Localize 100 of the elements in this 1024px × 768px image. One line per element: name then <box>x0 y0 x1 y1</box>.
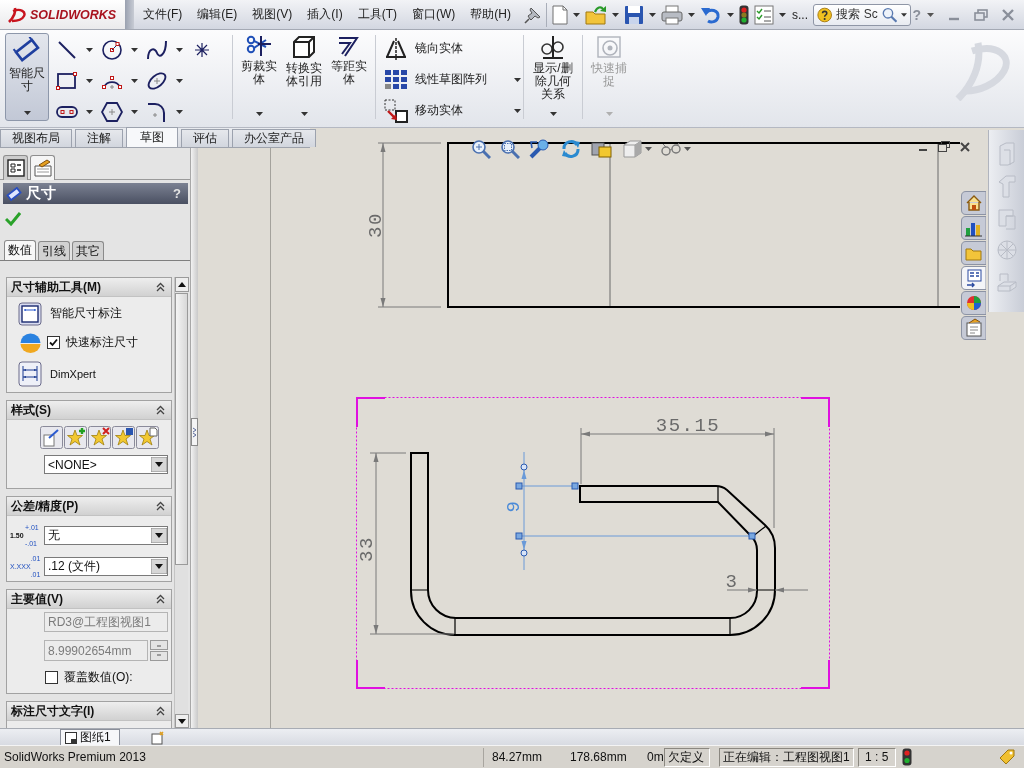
spline-icon[interactable] <box>146 38 168 61</box>
home-icon[interactable] <box>961 191 986 215</box>
search-icon[interactable] <box>881 5 898 24</box>
caret-icon[interactable] <box>649 12 656 17</box>
checkmark-icon[interactable] <box>5 212 21 226</box>
panel-tab[interactable] <box>3 155 28 180</box>
caret-icon[interactable] <box>684 147 691 151</box>
caret-icon[interactable] <box>86 78 93 83</box>
apply-style-icon[interactable] <box>40 426 63 449</box>
caret-icon[interactable] <box>727 12 734 17</box>
menu-item[interactable]: 工具(T) <box>357 6 397 23</box>
group-header[interactable]: 样式(S) <box>7 401 171 420</box>
drag-handle[interactable] <box>515 532 523 540</box>
restore-icon[interactable] <box>938 141 950 152</box>
add-sheet-icon[interactable] <box>149 731 166 745</box>
zoom-area-icon[interactable] <box>500 139 520 159</box>
dimension-value[interactable]: 3 <box>725 571 739 593</box>
mirror-button[interactable]: 镜向实体 <box>383 35 464 62</box>
checkbox-label[interactable]: 快速标注尺寸 <box>66 334 138 351</box>
caret-icon[interactable] <box>131 78 138 83</box>
command-tab[interactable]: 草图 <box>126 127 178 147</box>
panel-tab[interactable]: 数值 <box>4 240 36 260</box>
checklist-icon[interactable] <box>754 4 774 25</box>
caret-icon[interactable] <box>176 109 183 114</box>
part-profile[interactable] <box>410 452 776 636</box>
hexagon-icon[interactable] <box>101 100 123 123</box>
drag-handle[interactable] <box>515 482 523 490</box>
dropdown-arrow-icon[interactable] <box>151 528 167 543</box>
offset-button[interactable]: 等距实体 <box>328 33 370 88</box>
caret-icon[interactable] <box>131 47 138 52</box>
dropdown-arrow-icon[interactable] <box>151 457 167 472</box>
traffic-light-icon[interactable] <box>901 748 912 766</box>
view-palette-icon[interactable] <box>961 266 986 290</box>
dropdown-arrow-icon[interactable] <box>151 559 167 574</box>
save-icon[interactable] <box>624 4 644 25</box>
traffic-light-icon[interactable] <box>739 4 749 25</box>
smart-dimension-button[interactable]: 智能尺寸标注 <box>18 301 122 326</box>
panel-tab[interactable]: 其它 <box>72 241 104 260</box>
search-field[interactable]: 搜索 Sc <box>813 3 911 26</box>
precision-dropdown[interactable]: .12 (文件) <box>44 557 168 576</box>
command-tab[interactable]: 注解 <box>75 129 123 147</box>
new-document-icon[interactable] <box>552 4 568 25</box>
menu-item[interactable]: 帮助(H) <box>470 6 511 23</box>
dimension-value[interactable]: 30 <box>365 212 387 238</box>
smart-dimension-button[interactable]: 智能尺寸 <box>5 33 49 121</box>
dimension-line[interactable] <box>726 587 809 593</box>
close-icon[interactable] <box>960 141 970 152</box>
caret-icon[interactable] <box>131 109 138 114</box>
drag-handle[interactable] <box>748 532 756 540</box>
group-header[interactable]: 主要值(V) <box>7 590 171 609</box>
ellipse-icon[interactable] <box>146 69 168 92</box>
caret-icon[interactable] <box>549 112 557 116</box>
caret-icon[interactable] <box>300 112 308 116</box>
circle-icon[interactable] <box>101 38 123 61</box>
menu-item[interactable]: 插入(I) <box>307 6 343 23</box>
group-header[interactable]: 尺寸辅助工具(M) <box>7 278 171 297</box>
splitter-handle[interactable] <box>191 418 198 446</box>
caret-icon[interactable] <box>901 12 907 17</box>
cube-icon[interactable] <box>622 139 642 159</box>
collapse-icon[interactable] <box>156 706 165 716</box>
command-tab[interactable]: 视图布局 <box>0 129 72 147</box>
clipboard-icon[interactable] <box>961 316 986 340</box>
toolbar-overflow[interactable]: s... <box>792 7 808 22</box>
pushpin-icon[interactable] <box>524 5 542 24</box>
scrollbar-thumb[interactable] <box>175 293 188 565</box>
add-style-icon[interactable] <box>64 426 87 449</box>
scale-status[interactable]: 1 : 5 <box>857 747 896 767</box>
drag-handle[interactable] <box>571 482 579 490</box>
style-dropdown[interactable]: <NONE> <box>44 455 168 474</box>
command-tab[interactable]: 评估 <box>181 129 229 147</box>
caret-icon[interactable] <box>176 78 183 83</box>
zoom-in-icon[interactable] <box>471 139 491 159</box>
line-icon[interactable] <box>56 38 78 61</box>
scroll-up-button[interactable] <box>175 277 189 292</box>
open-folder-icon[interactable] <box>585 4 607 25</box>
command-tab[interactable]: 办公室产品 <box>232 129 316 147</box>
menu-item[interactable]: 视图(V) <box>252 6 293 23</box>
magnifier-arrow-icon[interactable] <box>529 139 551 159</box>
checkbox[interactable] <box>47 336 60 349</box>
scroll-down-button[interactable] <box>175 714 189 728</box>
sheet-tab[interactable]: 图纸1 <box>60 729 120 745</box>
load-style-icon[interactable] <box>136 426 159 449</box>
caret-icon[interactable] <box>255 112 263 116</box>
delete-style-icon[interactable] <box>88 426 111 449</box>
caret-icon[interactable] <box>86 109 93 114</box>
caret-icon[interactable] <box>86 47 93 52</box>
caret-icon[interactable] <box>514 108 521 113</box>
tolerance-dropdown[interactable]: 无 <box>44 526 168 545</box>
chart-icon[interactable] <box>961 216 986 240</box>
group-header[interactable]: 公差/精度(P) <box>7 497 171 516</box>
trim-button[interactable]: 剪裁实体 <box>238 33 280 88</box>
stacked-boxes-icon[interactable] <box>591 139 613 159</box>
dimxpert-button[interactable]: DimXpert <box>18 360 96 387</box>
caret-icon[interactable] <box>927 12 934 17</box>
group-header[interactable]: 标注尺寸文字(I) <box>7 702 171 721</box>
relations-button[interactable]: 显示/删除几何关系 <box>529 33 577 103</box>
tag-icon[interactable] <box>998 748 1016 766</box>
drag-handle[interactable] <box>520 549 528 557</box>
fillet-icon[interactable] <box>146 100 168 123</box>
collapse-icon[interactable] <box>156 282 165 292</box>
